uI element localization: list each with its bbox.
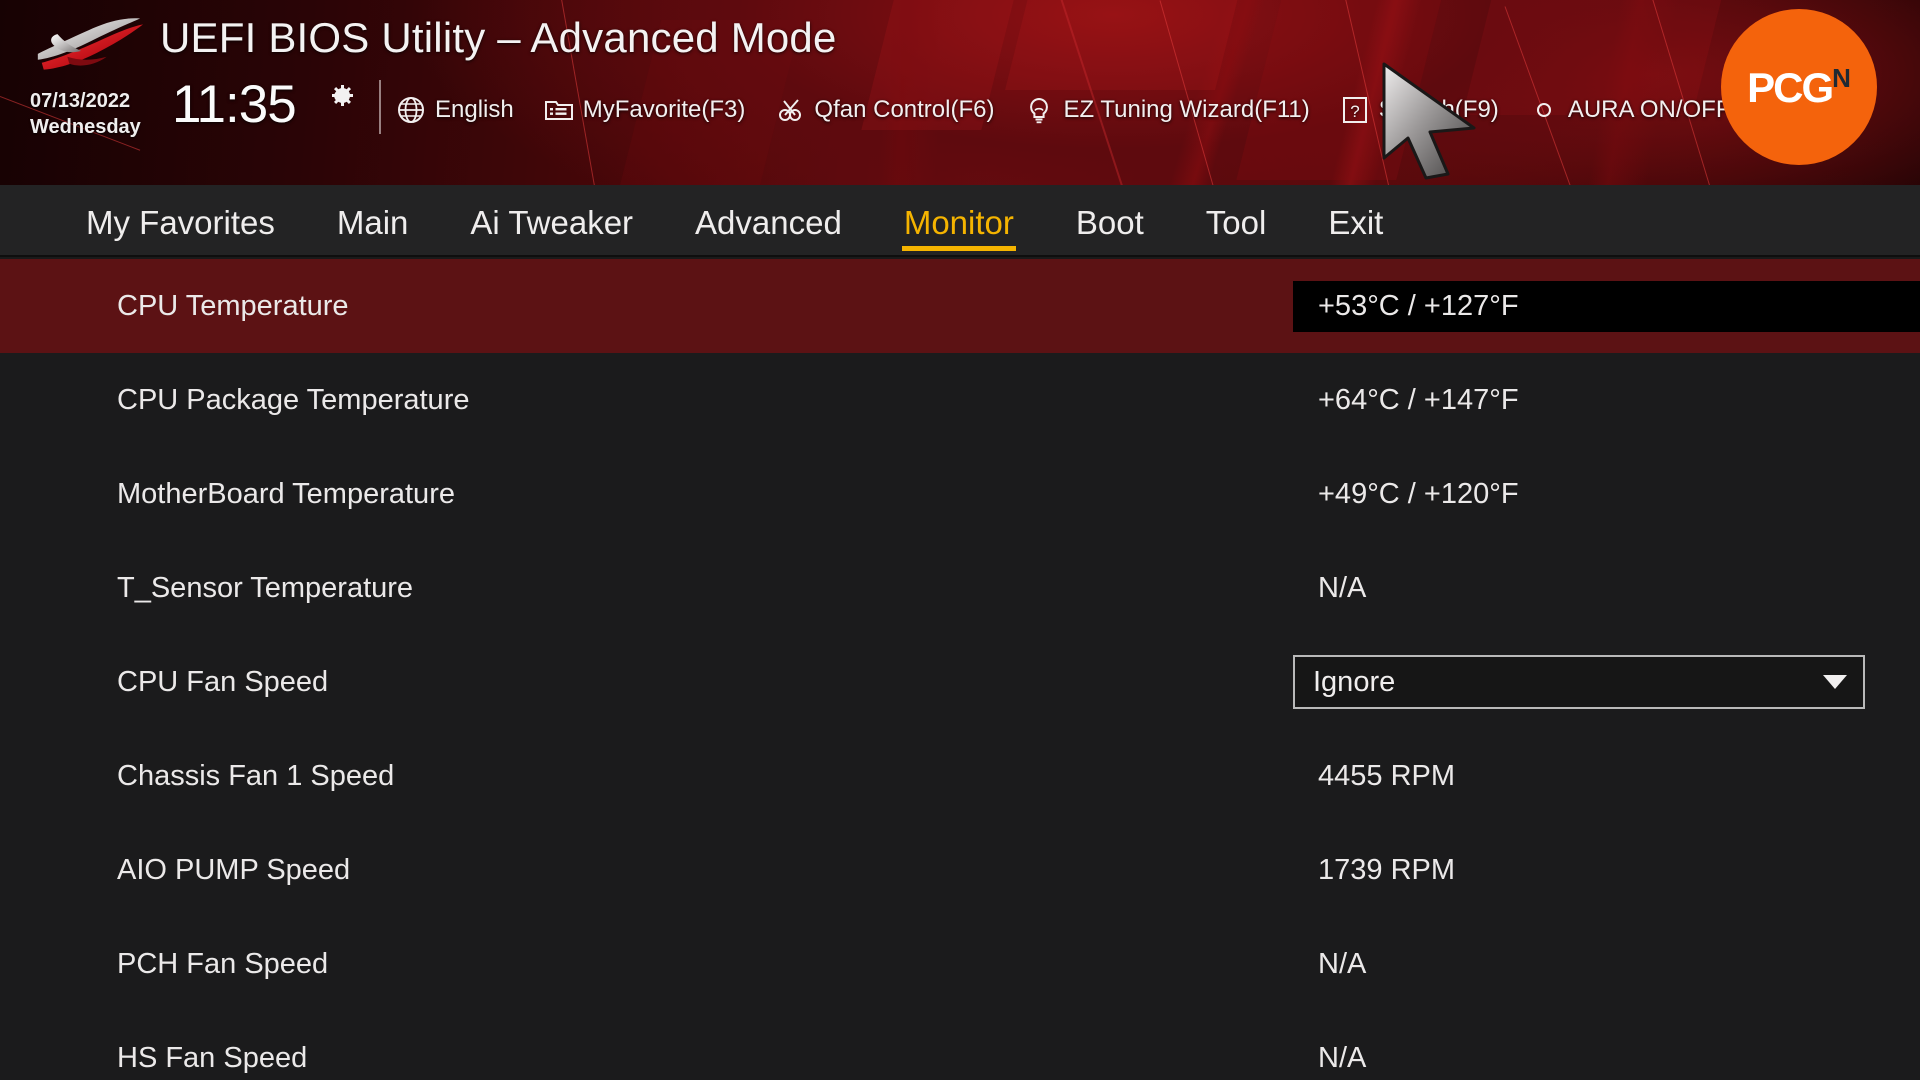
monitor-row-value: +64°C / +147°F	[1318, 383, 1519, 416]
monitor-row[interactable]: Chassis Fan 1 Speed 4455 RPM	[0, 729, 1920, 823]
monitor-row-value: N/A	[1318, 1041, 1367, 1074]
monitor-row-label: T_Sensor Temperature	[117, 571, 414, 604]
nav-tab-main[interactable]: Main	[337, 204, 409, 255]
monitor-row-label: CPU Package Temperature	[117, 383, 470, 416]
weekday-value: Wednesday	[30, 116, 141, 138]
monitor-row-value: 4455 RPM	[1318, 759, 1456, 792]
qfan-icon	[779, 99, 802, 121]
question-box-icon: ?	[1342, 97, 1367, 123]
date-value: 07/13/2022	[30, 90, 131, 112]
monitor-row[interactable]: CPU Package Temperature +64°C / +147°F	[0, 353, 1920, 447]
monitor-row-label: AIO PUMP Speed	[117, 853, 351, 886]
monitor-row-label: CPU Temperature	[117, 289, 349, 322]
ez-tuning-wizard-button[interactable]: EZ Tuning Wizard(F11)	[1024, 95, 1310, 125]
chevron-down-icon	[1823, 675, 1847, 689]
monitor-row[interactable]: PCH Fan Speed N/A	[0, 917, 1920, 1011]
nav-tab-advanced[interactable]: Advanced	[695, 204, 842, 255]
monitor-row-value: 1739 RPM	[1318, 853, 1456, 886]
ez-tuning-wizard-label: EZ Tuning Wizard(F11)	[1063, 96, 1310, 123]
qfan-control-button[interactable]: Qfan Control(F6)	[775, 95, 994, 125]
monitor-row[interactable]: CPU Fan Speed Ignore	[0, 635, 1920, 729]
gear-icon[interactable]	[324, 80, 356, 112]
monitor-row[interactable]: HS Fan Speed N/A	[0, 1011, 1920, 1080]
monitor-row-label: CPU Fan Speed	[117, 665, 329, 698]
globe-icon	[398, 97, 424, 123]
nav-tab-exit[interactable]: Exit	[1328, 204, 1383, 255]
nav-tab-tool[interactable]: Tool	[1206, 204, 1267, 255]
monitor-row-value-boxed: +53°C / +127°F	[1293, 280, 1920, 332]
clock-display: 11:35	[172, 75, 297, 134]
nav-tab-monitor[interactable]: Monitor	[901, 204, 1016, 255]
svg-text:?: ?	[1350, 102, 1359, 121]
rog-logo	[28, 14, 146, 76]
header-bar: UEFI BIOS Utility – Advanced Mode 07/13/…	[0, 0, 1920, 185]
page-title: UEFI BIOS Utility – Advanced Mode	[160, 14, 837, 61]
pcgn-main-text: PCG	[1747, 64, 1834, 111]
monitor-row[interactable]: MotherBoard Temperature +49°C / +120°F	[0, 447, 1920, 541]
qfan-control-label: Qfan Control(F6)	[814, 96, 995, 123]
pcgn-sup-text: N	[1832, 63, 1851, 93]
language-label: English	[435, 96, 514, 123]
dropdown-selected-value: Ignore	[1313, 665, 1396, 698]
header-divider	[379, 80, 381, 134]
monitor-row-label: MotherBoard Temperature	[117, 477, 455, 510]
nav-tab-boot[interactable]: Boot	[1076, 204, 1144, 255]
pcgn-watermark: PCGN	[1721, 9, 1877, 165]
date-display: 07/13/2022 Wednesday	[30, 88, 162, 140]
list-folder-icon	[544, 101, 573, 120]
monitor-row-value: +49°C / +120°F	[1318, 477, 1519, 510]
monitor-row[interactable]: T_Sensor Temperature N/A	[0, 541, 1920, 635]
mouse-cursor	[1382, 62, 1476, 180]
bios-screen: UEFI BIOS Utility – Advanced Mode 07/13/…	[0, 0, 1920, 1080]
header-actions: English MyFavorite(F3) Qfan Control(F6) …	[396, 85, 1804, 135]
nav-tab-my-favorites[interactable]: My Favorites	[86, 204, 275, 255]
monitor-row-value: N/A	[1318, 947, 1367, 980]
monitor-row-label: Chassis Fan 1 Speed	[117, 759, 395, 792]
monitor-panel: CPU Temperature +53°C / +127°F CPU Package…	[0, 259, 1920, 1080]
language-button[interactable]: English	[396, 95, 514, 125]
monitor-row-label: PCH Fan Speed	[117, 947, 329, 980]
monitor-row-value: N/A	[1318, 571, 1367, 604]
cpu-fan-speed-dropdown[interactable]: Ignore	[1293, 655, 1865, 709]
monitor-row[interactable]: CPU Temperature +53°C / +127°F	[0, 259, 1920, 353]
myfavorite-label: MyFavorite(F3)	[582, 96, 746, 123]
monitor-row-label: HS Fan Speed	[117, 1041, 308, 1074]
lightbulb-icon	[1030, 97, 1049, 124]
main-nav: My Favorites Main Ai Tweaker Advanced Monito…	[0, 185, 1920, 257]
nav-tab-ai-tweaker[interactable]: Ai Tweaker	[470, 204, 633, 255]
monitor-row[interactable]: AIO PUMP Speed 1739 RPM	[0, 823, 1920, 917]
myfavorite-button[interactable]: MyFavorite(F3)	[544, 95, 746, 125]
aura-icon	[1536, 103, 1551, 117]
